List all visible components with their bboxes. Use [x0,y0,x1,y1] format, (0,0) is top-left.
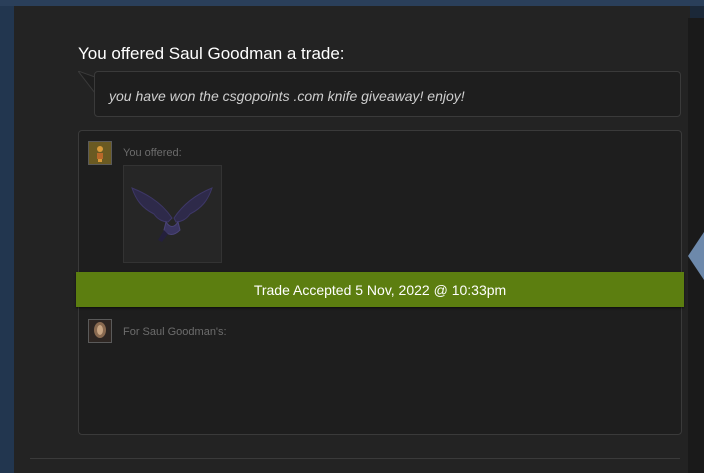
saul-avatar[interactable] [88,319,112,343]
trade-accepted-banner: Trade Accepted 5 Nov, 2022 @ 10:33pm [76,272,684,307]
divider [30,458,680,459]
next-arrow-icon[interactable] [688,232,704,280]
trade-message: you have won the csgopoints .com knife g… [94,71,681,117]
my-avatar[interactable] [88,141,112,165]
you-offered-label: You offered: [123,147,182,159]
trade-message-text: you have won the csgopoints .com knife g… [109,88,465,104]
trade-title: You offered Saul Goodman a trade: [78,44,345,63]
user-avatar-icon [89,320,111,342]
avatar-icon [89,142,111,164]
left-strip [0,6,14,473]
butterfly-knife-icon [131,187,213,242]
for-saul-label: For Saul Goodman's: [123,326,227,338]
offered-item-slot[interactable] [123,165,222,263]
